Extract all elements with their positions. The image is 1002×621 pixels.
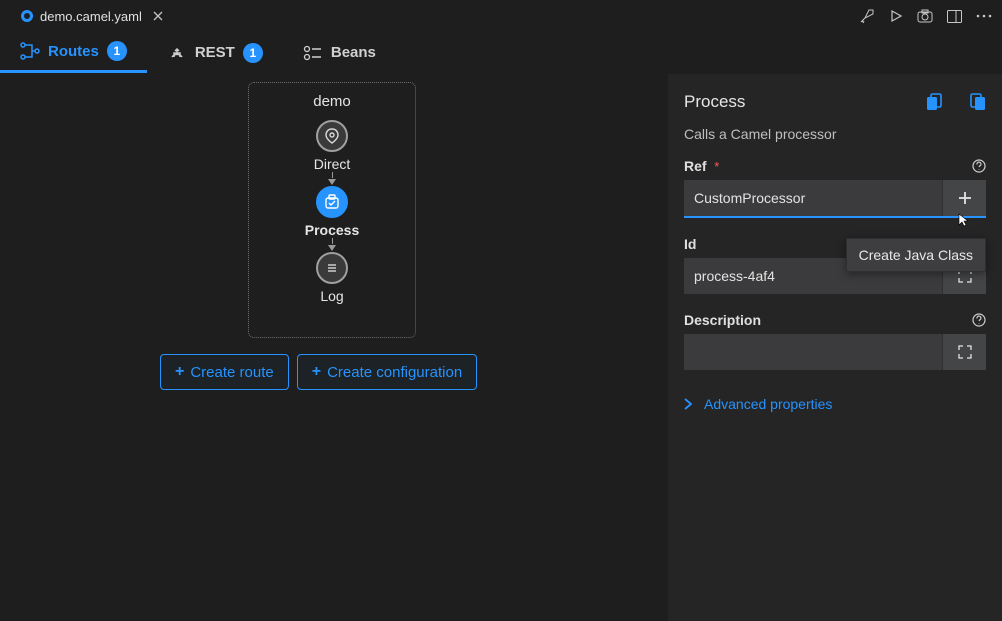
panel-header: Process — [684, 92, 986, 112]
description-input[interactable] — [684, 334, 942, 370]
arrow-down-icon — [328, 245, 336, 251]
more-icon[interactable] — [976, 14, 992, 18]
create-config-label: Create configuration — [327, 364, 462, 381]
help-icon[interactable] — [972, 313, 986, 327]
camel-file-icon — [20, 9, 34, 23]
close-tab-icon[interactable] — [148, 10, 168, 22]
ref-label: Ref — [684, 158, 707, 174]
canvas[interactable]: demo Direct Process Log — [0, 74, 668, 621]
edge — [332, 172, 333, 178]
rest-icon — [167, 45, 187, 61]
tab-rest[interactable]: REST 1 — [147, 32, 283, 73]
properties-panel: Process Calls a Camel processor Ref * — [668, 74, 1002, 621]
beans-icon — [303, 45, 323, 61]
copy-icon[interactable] — [926, 93, 942, 111]
required-asterisk: * — [714, 159, 719, 174]
tab-beans-label: Beans — [331, 44, 376, 61]
field-description: Description — [684, 312, 986, 370]
node-process[interactable]: Process — [305, 186, 359, 238]
ref-input[interactable] — [684, 180, 942, 216]
node-log-label: Log — [320, 288, 343, 304]
paste-icon[interactable] — [970, 93, 986, 111]
field-ref: Ref * — [684, 158, 986, 218]
routes-icon — [20, 42, 40, 60]
create-route-button[interactable]: + Create route — [160, 354, 289, 390]
tooltip-create-java-class: Create Java Class — [846, 238, 986, 272]
panel-title: Process — [684, 92, 745, 112]
camera-icon[interactable] — [917, 9, 933, 23]
create-configuration-button[interactable]: + Create configuration — [297, 354, 477, 390]
create-java-class-button[interactable] — [942, 180, 986, 216]
routes-badge: 1 — [107, 41, 127, 61]
node-direct[interactable]: Direct — [314, 120, 351, 172]
tab-routes[interactable]: Routes 1 — [0, 32, 147, 73]
edge — [332, 238, 333, 244]
rest-badge: 1 — [243, 43, 263, 63]
process-icon — [316, 186, 348, 218]
main-area: demo Direct Process Log — [0, 74, 1002, 621]
plus-icon: + — [175, 363, 184, 381]
tab-rest-label: REST — [195, 44, 235, 61]
canvas-buttons: + Create route + Create configuration — [160, 354, 477, 390]
help-icon[interactable] — [972, 159, 986, 173]
layout-icon[interactable] — [947, 10, 962, 23]
node-log[interactable]: Log — [316, 252, 348, 304]
tab-routes-label: Routes — [48, 43, 99, 60]
node-direct-label: Direct — [314, 156, 351, 172]
expand-icon — [958, 345, 972, 359]
route-container[interactable]: demo Direct Process Log — [248, 82, 416, 338]
advanced-label: Advanced properties — [704, 396, 832, 412]
nav-tabs: Routes 1 REST 1 Beans — [0, 32, 1002, 74]
tab-beans[interactable]: Beans — [283, 32, 396, 73]
run-icon[interactable] — [889, 9, 903, 23]
direct-icon — [316, 120, 348, 152]
description-label: Description — [684, 312, 761, 328]
panel-description: Calls a Camel processor — [684, 126, 986, 142]
chevron-right-icon — [684, 398, 692, 410]
arrow-down-icon — [328, 179, 336, 185]
expand-description-button[interactable] — [942, 334, 986, 370]
create-route-label: Create route — [190, 364, 273, 381]
file-name: demo.camel.yaml — [40, 9, 142, 24]
plus-icon: + — [312, 363, 321, 381]
rocket-icon[interactable] — [859, 8, 875, 24]
title-actions — [859, 8, 992, 24]
id-label: Id — [684, 236, 696, 252]
route-name: demo — [313, 93, 351, 110]
plus-icon — [958, 191, 972, 205]
node-process-label: Process — [305, 222, 359, 238]
title-bar: demo.camel.yaml — [0, 0, 1002, 32]
editor-tab[interactable]: demo.camel.yaml — [10, 0, 178, 32]
advanced-properties-toggle[interactable]: Advanced properties — [684, 396, 986, 412]
log-icon — [316, 252, 348, 284]
